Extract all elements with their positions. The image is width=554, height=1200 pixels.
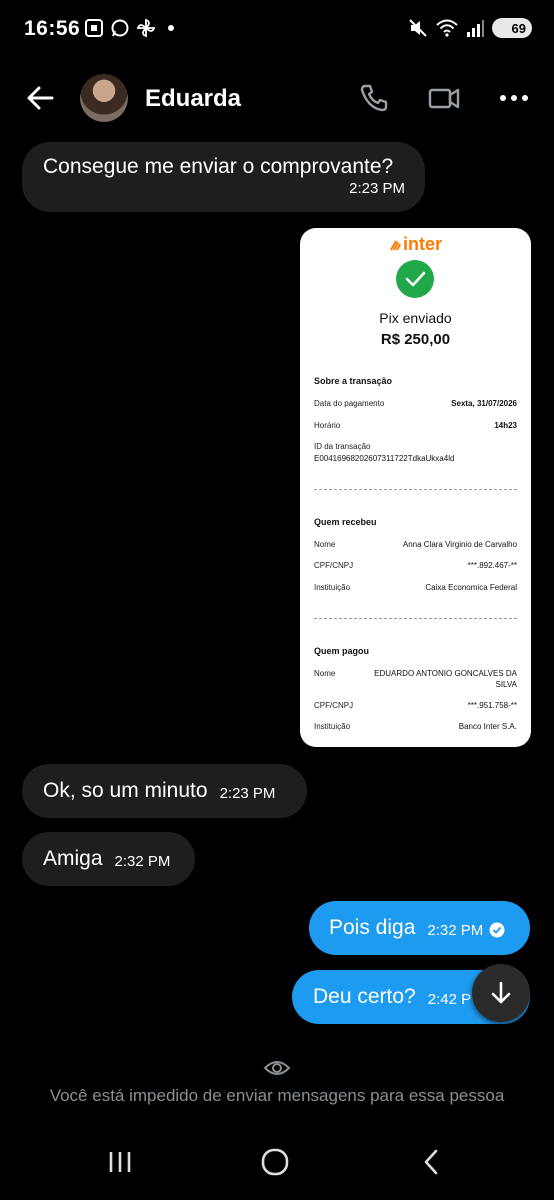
recent-apps-icon[interactable] bbox=[100, 1142, 140, 1182]
receiver-institution-label: Instituição bbox=[314, 583, 351, 592]
message-bubble[interactable]: Amiga 2:32 PM bbox=[22, 832, 195, 886]
receipt-section-payer: Quem pagou bbox=[314, 646, 370, 656]
screenshot-icon bbox=[85, 19, 103, 37]
inter-sun-icon bbox=[390, 240, 401, 251]
battery-level: 69 bbox=[511, 20, 526, 36]
receipt-amount: R$ 250,00 bbox=[380, 331, 451, 348]
receipt-title: Pix enviado bbox=[379, 310, 452, 326]
message-bubble[interactable]: Consegue me enviar o comprovante? 2:23 P… bbox=[22, 142, 425, 212]
receiver-doc-label: CPF/CNPJ bbox=[314, 561, 354, 570]
message-time: 2:32 PM bbox=[427, 921, 484, 939]
inter-logo: inter bbox=[300, 234, 531, 255]
status-time: 16:56 bbox=[24, 17, 81, 40]
message-bubble[interactable]: Pois diga 2:32 PM bbox=[309, 901, 530, 955]
message-text: Amiga bbox=[43, 847, 103, 870]
back-nav-icon[interactable] bbox=[412, 1142, 452, 1182]
receiver-doc-value: ***.892.467-** bbox=[467, 561, 517, 570]
home-icon[interactable] bbox=[255, 1142, 295, 1182]
status-icons-right: 69 bbox=[408, 18, 532, 38]
message-bubble[interactable]: Ok, so um minuto 2:23 PM bbox=[22, 764, 307, 818]
payer-institution-value: Banco Inter S.A. bbox=[458, 722, 517, 731]
receipt-section-transaction: Sobre a transação bbox=[314, 376, 393, 386]
wifi-icon bbox=[436, 19, 458, 37]
phone-icon[interactable] bbox=[358, 82, 390, 114]
video-call-icon[interactable] bbox=[428, 82, 460, 114]
payer-name-value-line2: SILVA bbox=[495, 680, 518, 689]
message-time: 2:42 P bbox=[427, 990, 472, 1008]
dot-icon bbox=[168, 25, 174, 31]
message-time: 2:23 PM bbox=[219, 784, 276, 802]
read-check-icon bbox=[489, 922, 505, 937]
receiver-name-label: Nome bbox=[314, 540, 336, 549]
payer-doc-value: ***.951.758-** bbox=[467, 701, 517, 710]
receiver-institution-value: Caixa Economica Federal bbox=[425, 583, 517, 592]
message-text: Pois diga bbox=[329, 916, 416, 939]
payer-name-value-line1: EDUARDO ANTONIO GONCALVES DA bbox=[374, 669, 517, 678]
payer-institution-label: Instituição bbox=[314, 722, 351, 731]
blocked-notice: Você está impedido de enviar mensagens p… bbox=[49, 1086, 505, 1105]
eye-icon bbox=[263, 1061, 291, 1075]
receiver-name-value: Anna Clara Virginio de Carvalho bbox=[402, 540, 517, 549]
payment-date-value: Sexta, 31/07/2026 bbox=[451, 399, 517, 408]
divider bbox=[314, 489, 517, 490]
status-bar: 16:56 69 bbox=[0, 0, 554, 60]
divider bbox=[314, 618, 517, 619]
time-value: 14h23 bbox=[494, 421, 517, 430]
receipt-section-receiver: Quem recebeu bbox=[314, 517, 377, 527]
transaction-id-value: E00416968202607311722TdkaUkxa4ld bbox=[314, 454, 455, 463]
pinwheel-icon bbox=[136, 18, 156, 38]
message-text: Deu certo? bbox=[313, 985, 416, 1008]
payment-date-label: Data do pagamento bbox=[314, 399, 385, 408]
status-icons-left bbox=[84, 18, 174, 38]
success-check-icon bbox=[396, 260, 434, 298]
message-text: Consegue me enviar o comprovante? bbox=[43, 155, 394, 178]
system-nav-bar bbox=[0, 1128, 554, 1200]
chat-header: Eduarda bbox=[0, 66, 554, 130]
scroll-to-bottom-button[interactable] bbox=[472, 964, 530, 1022]
payer-doc-label: CPF/CNPJ bbox=[314, 701, 354, 710]
contact-name[interactable]: Eduarda bbox=[145, 85, 241, 113]
avatar[interactable] bbox=[80, 74, 128, 122]
message-time: 2:32 PM bbox=[114, 852, 171, 870]
transaction-id-label: ID da transação bbox=[314, 442, 371, 451]
receipt-image[interactable]: inter Pix enviado R$ 250,00 Sobre a tran… bbox=[300, 228, 531, 747]
message-time: 2:23 PM bbox=[349, 180, 405, 197]
back-arrow-icon[interactable] bbox=[24, 82, 56, 114]
message-text: Ok, so um minuto bbox=[43, 779, 208, 802]
mute-icon bbox=[409, 19, 427, 37]
battery-icon: 69 bbox=[492, 18, 532, 38]
arrow-down-icon bbox=[491, 981, 511, 1004]
signal-icon bbox=[467, 20, 484, 37]
payer-name-label: Nome bbox=[314, 669, 336, 678]
more-options-icon[interactable] bbox=[498, 82, 530, 114]
time-label: Horário bbox=[314, 421, 341, 430]
whatsapp-icon bbox=[111, 19, 129, 37]
